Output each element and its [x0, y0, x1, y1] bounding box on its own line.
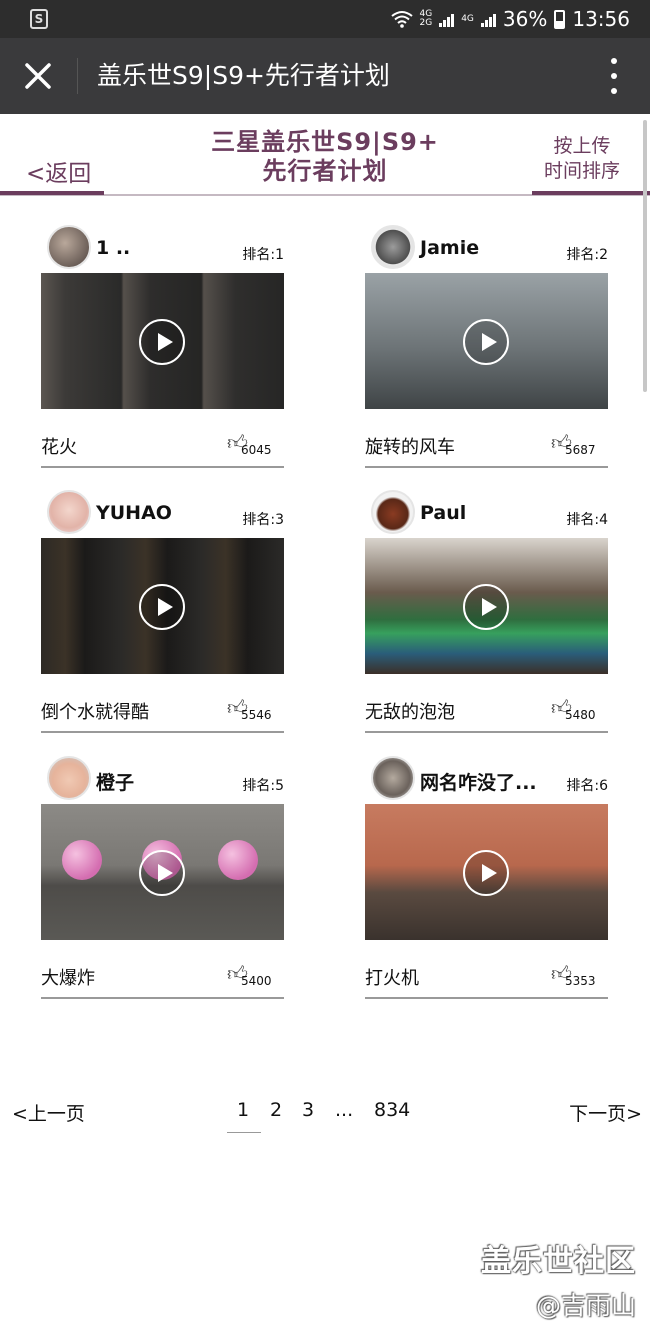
video-title: 打火机: [365, 968, 419, 989]
video-title: 无敌的泡泡: [365, 702, 455, 723]
video-thumbnail[interactable]: [365, 538, 608, 674]
network-type-label-2: 4G: [461, 13, 474, 24]
page-ellipsis: ...: [335, 1099, 354, 1121]
video-card[interactable]: Jamie 排名:2 旋转的风车 👍︎ 5687: [365, 225, 608, 468]
play-icon[interactable]: [139, 850, 185, 896]
close-button[interactable]: [18, 56, 58, 96]
username: 网名咋没了...: [420, 772, 537, 794]
pagination: <上一页 1 2 3 ... 834 下一页>: [0, 1095, 650, 1135]
play-icon[interactable]: [139, 584, 185, 630]
wifi-icon: [390, 11, 413, 28]
video-card[interactable]: 网名咋没了... 排名:6 打火机 👍︎ 5353: [365, 756, 608, 999]
sort-label-line1: 按上传: [553, 135, 611, 157]
like-count: 5400: [241, 974, 272, 988]
video-thumbnail[interactable]: [41, 273, 284, 409]
video-card[interactable]: Paul 排名:4 无敌的泡泡 👍︎ 5480: [365, 490, 608, 733]
campaign-title-line2: 先行者计划: [262, 157, 388, 185]
like-count: 5480: [565, 708, 596, 722]
video-thumbnail[interactable]: [41, 538, 284, 674]
like-count: 5353: [565, 974, 596, 988]
like-count: 5546: [241, 708, 272, 722]
page-link-current[interactable]: 1: [237, 1099, 249, 1121]
username: 1 ..: [96, 237, 131, 259]
watermark-author: @吉雨山: [535, 1291, 636, 1320]
prev-page-link[interactable]: <上一页: [12, 1099, 85, 1126]
video-title: 倒个水就得酷: [41, 702, 149, 723]
username: 橙子: [96, 772, 135, 794]
video-thumbnail[interactable]: [41, 804, 284, 940]
play-icon[interactable]: [139, 319, 185, 365]
current-page-indicator: [227, 1132, 261, 1133]
user-avatar[interactable]: [47, 490, 91, 534]
like-count: 5687: [565, 443, 596, 457]
video-title: 旋转的风车: [365, 437, 455, 458]
sort-by-upload-time-button[interactable]: 按上传 时间排序: [544, 134, 620, 184]
username: YUHAO: [96, 502, 172, 524]
rank-label: 排名:3: [242, 512, 284, 528]
sort-label-line2: 时间排序: [544, 160, 621, 182]
more-options-button[interactable]: [608, 58, 620, 94]
close-icon: [25, 63, 51, 89]
rank-label: 排名:2: [566, 247, 608, 263]
more-dot-icon: [611, 88, 617, 94]
title-bar: 盖乐世S9|S9+先行者计划: [0, 38, 650, 114]
card-divider: [365, 731, 608, 733]
video-title: 花火: [41, 437, 77, 458]
more-dot-icon: [611, 58, 617, 64]
campaign-title-line1: 三星盖乐世S9|S9+: [211, 128, 439, 156]
page-link-last[interactable]: 834: [374, 1099, 410, 1121]
signal-strength-icon: [439, 11, 455, 27]
next-page-link[interactable]: 下一页>: [569, 1099, 642, 1126]
play-icon[interactable]: [463, 319, 509, 365]
status-bar: S 4G 2G 4G 36% 13:56: [0, 0, 650, 38]
page-link[interactable]: 2: [270, 1099, 282, 1121]
username: Paul: [420, 502, 467, 524]
user-avatar[interactable]: [47, 756, 91, 800]
header-accent-right: [532, 191, 650, 195]
header-accent-left: [0, 191, 104, 195]
signal-strength-icon-2: [480, 11, 496, 27]
user-avatar[interactable]: [371, 756, 415, 800]
watermark: 盖乐世社区 @吉雨山: [481, 1236, 636, 1322]
rank-label: 排名:1: [242, 247, 284, 263]
video-thumbnail[interactable]: [365, 273, 608, 409]
clock: 13:56: [572, 7, 630, 31]
video-title: 大爆炸: [41, 968, 95, 989]
play-icon[interactable]: [463, 850, 509, 896]
video-card[interactable]: 1 .. 排名:1 花火 👍︎ 6045: [41, 225, 284, 468]
user-avatar[interactable]: [371, 490, 415, 534]
username: Jamie: [420, 237, 480, 259]
watermark-community: 盖乐世社区: [481, 1244, 636, 1279]
rank-label: 排名:6: [566, 778, 608, 794]
title-divider: [77, 58, 78, 94]
page-link[interactable]: 3: [302, 1099, 314, 1121]
app-notification-icon: S: [30, 9, 48, 29]
like-count: 6045: [241, 443, 272, 457]
play-icon[interactable]: [463, 584, 509, 630]
battery-icon: [554, 9, 566, 29]
rank-label: 排名:4: [566, 512, 608, 528]
video-card[interactable]: YUHAO 排名:3 倒个水就得酷 👍︎ 5546: [41, 490, 284, 733]
campaign-title: 三星盖乐世S9|S9+ 先行者计划: [190, 128, 460, 186]
card-divider: [41, 997, 284, 999]
user-avatar[interactable]: [47, 225, 91, 269]
network-type-label: 4G 2G: [419, 9, 433, 28]
scrollbar[interactable]: [643, 120, 647, 392]
video-thumbnail[interactable]: [365, 804, 608, 940]
campaign-header: <返回 三星盖乐世S9|S9+ 先行者计划 按上传 时间排序: [0, 114, 650, 198]
back-link[interactable]: <返回: [26, 154, 91, 188]
battery-percent: 36%: [502, 7, 548, 31]
more-dot-icon: [611, 73, 617, 79]
video-card[interactable]: 橙子 排名:5 大爆炸 👍︎ 5400: [41, 756, 284, 999]
user-avatar[interactable]: [371, 225, 415, 269]
card-divider: [41, 731, 284, 733]
page-title: 盖乐世S9|S9+先行者计划: [97, 61, 390, 90]
card-divider: [41, 466, 284, 468]
card-divider: [365, 466, 608, 468]
rank-label: 排名:5: [242, 778, 284, 794]
card-divider: [365, 997, 608, 999]
